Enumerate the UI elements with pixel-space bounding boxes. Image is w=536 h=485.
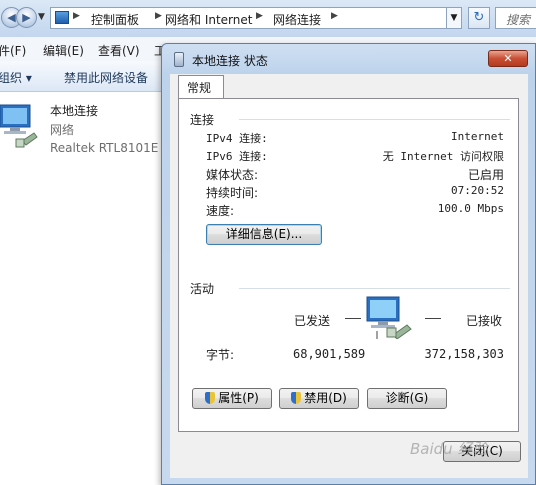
bytes-received-value: 372,158,303 [424,347,504,361]
bytes-label: 字节: [206,348,235,362]
address-input[interactable]: ▶ 控制面板 ▶ 网络和 Internet ▶ 网络连接 ▶ [50,7,462,29]
menu-view[interactable]: 查看(V) [98,42,140,59]
received-label: 已接收 [466,314,503,328]
dialog-body: 常规 连接 IPv4 连接: Internet IPv6 连接: 无 Inter… [170,74,528,478]
connection-status-dialog: 本地连接 状态 ✕ 常规 连接 IPv4 连接: Internet IPv6 连… [161,43,536,485]
ipv4-value: Internet [451,130,504,143]
activity-group-title: 活动 [190,282,215,296]
disable-device-button[interactable]: 禁用此网络设备 [64,69,148,86]
forward-button[interactable]: ▶ [16,7,37,28]
network-connection-icon[interactable] [0,103,38,149]
speed-value: 100.0 Mbps [437,202,504,215]
media-state-label: 媒体状态: [206,168,259,182]
sent-label: 已发送 [294,314,331,328]
disable-button[interactable]: 禁用(D) [279,388,359,409]
bytes-sent-value: 68,901,589 [293,347,366,361]
refresh-button[interactable]: ↻ [468,7,490,29]
chevron-right-icon[interactable]: ▶ [73,11,80,21]
connection-network: 网络 [50,123,75,137]
group-divider [239,288,510,289]
duration-label: 持续时间: [206,186,259,200]
search-placeholder: 搜索 [506,13,531,27]
breadcrumb-control-panel[interactable]: 控制面板 [91,11,139,28]
group-divider [239,119,510,120]
breadcrumb-network-internet[interactable]: 网络和 Internet [165,11,252,28]
speed-label: 速度: [206,204,235,218]
sent-dash [345,318,361,319]
ipv4-label: IPv4 连接: [206,132,268,145]
ipv6-value: 无 Internet 访问权限 [382,150,504,163]
diagnose-button[interactable]: 诊断(G) [367,388,447,409]
menu-edit[interactable]: 编辑(E) [43,42,84,59]
network-adapter-icon [174,52,184,67]
address-dropdown-icon[interactable]: ▼ [446,7,462,29]
ipv6-label: IPv6 连接: [206,150,268,163]
dialog-title: 本地连接 状态 [192,54,268,68]
details-button[interactable]: 详细信息(E)... [206,224,322,245]
control-panel-icon [55,11,69,24]
computer-network-icon [366,296,412,339]
connection-adapter: Realtek RTL8101E 系 [50,141,175,155]
disable-button-label: 禁用(D) [304,391,347,405]
refresh-icon: ↻ [473,10,485,25]
close-icon: ✕ [503,52,513,65]
connection-name[interactable]: 本地连接 [50,102,98,119]
properties-button[interactable]: 属性(P) [192,388,272,409]
chevron-right-icon[interactable]: ▶ [331,11,338,21]
uac-shield-icon [205,392,216,404]
received-dash [425,318,441,319]
properties-button-label: 属性(P) [218,391,259,405]
tab-general[interactable]: 常规 [178,75,224,99]
address-bar: ◀ ▶ ▼ ▶ 控制面板 ▶ 网络和 Internet ▶ 网络连接 ▶ ▼ ↻… [0,0,536,38]
connection-group-title: 连接 [190,113,215,127]
media-state-value: 已启用 [467,168,504,182]
search-input[interactable]: 搜索 [495,7,536,29]
history-dropdown-icon[interactable]: ▼ [38,12,45,22]
general-panel: 连接 IPv4 连接: Internet IPv6 连接: 无 Internet… [178,98,519,432]
chevron-right-icon[interactable]: ▶ [256,11,263,21]
menu-file[interactable]: 件(F) [0,42,26,59]
chevron-right-icon[interactable]: ▶ [155,11,162,21]
watermark: Baidu 经验 [410,440,488,458]
uac-shield-icon [291,392,302,404]
close-window-button[interactable]: ✕ [488,50,528,67]
duration-value: 07:20:52 [451,184,504,197]
breadcrumb-network-connections[interactable]: 网络连接 [273,11,321,28]
organize-button[interactable]: 组织 ▾ [0,69,32,86]
